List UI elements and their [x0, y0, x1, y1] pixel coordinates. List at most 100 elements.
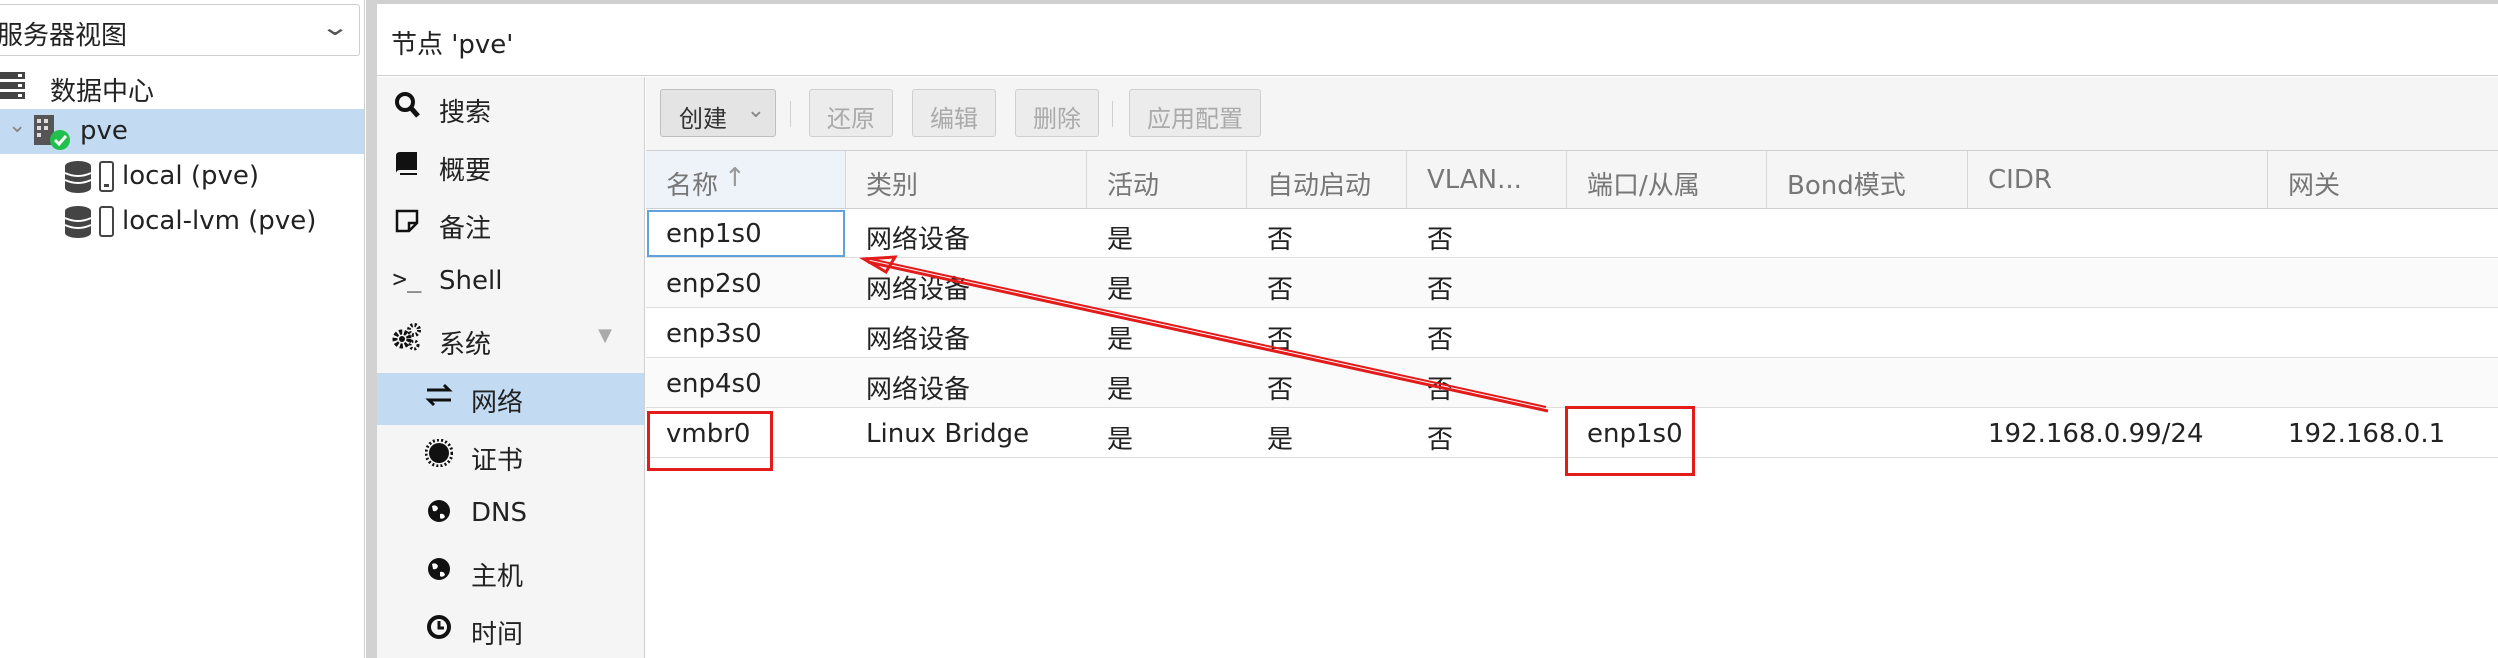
terminal-icon: >_: [392, 265, 422, 293]
cell-value: 否: [1427, 325, 1454, 355]
node-online-icon: [32, 113, 72, 158]
network-grid-panel: 创建 ⌄ 还原 编辑 删除 应用配置 名称 ↑ 类别 活动 自动启动 VLAN.…: [646, 77, 2498, 658]
focused-cell-outline: [647, 210, 845, 257]
cell-cidr: [1968, 259, 2268, 307]
cell-active: 是: [1087, 359, 1247, 407]
cell-cidr: [1968, 309, 2268, 357]
nav-item-shell[interactable]: >_ Shell: [377, 257, 644, 309]
storage-icon: [64, 205, 118, 246]
column-header-gateway[interactable]: 网关: [2268, 151, 2498, 208]
collapse-caret-icon[interactable]: ▼: [589, 325, 621, 346]
cell-value: Linux Bridge: [866, 419, 1030, 449]
column-header-bond-mode[interactable]: Bond模式: [1767, 151, 1968, 208]
cell-autostart: 否: [1247, 309, 1407, 357]
cell-type: 网络设备: [846, 259, 1087, 307]
table-row[interactable]: enp2s0 网络设备 是 否 否: [646, 259, 2498, 308]
nav-item-search[interactable]: 搜索: [377, 83, 644, 135]
tree-item-label: local (pve): [122, 161, 260, 191]
revert-button-label: 还原: [827, 105, 875, 133]
cell-value: 192.168.0.1: [2288, 419, 2446, 449]
cell-value: enp2s0: [666, 269, 762, 299]
apply-config-button[interactable]: 应用配置: [1129, 89, 1261, 137]
column-header-cidr[interactable]: CIDR: [1968, 151, 2268, 208]
tree-item-node-pve[interactable]: ⌄ pve: [0, 109, 364, 154]
grid-header: 名称 ↑ 类别 活动 自动启动 VLAN... 端口/从属 Bond模式 CID…: [646, 151, 2498, 209]
tree-item-storage-local-lvm[interactable]: local-lvm (pve): [0, 199, 364, 246]
view-selector[interactable]: 服务器视图 ⌄: [0, 4, 360, 56]
clock-icon: [423, 613, 455, 648]
cell-value: 是: [1267, 425, 1294, 455]
chevron-down-icon[interactable]: ⌄: [320, 13, 350, 41]
nav-item-label: DNS: [471, 498, 527, 528]
nav-item-label: 搜索: [439, 98, 492, 128]
panel-splitter[interactable]: [366, 0, 377, 658]
nav-item-label: 时间: [471, 620, 524, 650]
certificate-icon: [423, 438, 455, 474]
table-row[interactable]: enp4s0 网络设备 是 否 否: [646, 359, 2498, 408]
tree-item-storage-local[interactable]: local (pve): [0, 154, 364, 201]
tree-item-datacenter[interactable]: 数据中心: [0, 64, 364, 109]
column-header-active[interactable]: 活动: [1087, 151, 1247, 208]
column-header-label: 自动启动: [1267, 171, 1372, 201]
nav-item-hosts[interactable]: 主机: [377, 547, 644, 599]
table-row[interactable]: enp3s0 网络设备 是 否 否: [646, 309, 2498, 358]
cell-vlan: 否: [1407, 259, 1567, 307]
column-header-label: 名称: [666, 171, 719, 201]
nav-item-summary[interactable]: 概要: [377, 141, 644, 193]
cell-ports: [1567, 209, 1767, 257]
cell-ports: [1567, 359, 1767, 407]
column-header-vlan[interactable]: VLAN...: [1407, 151, 1567, 208]
server-stack-icon: [0, 70, 28, 109]
revert-button[interactable]: 还原: [809, 89, 893, 137]
storage-icon: [64, 160, 118, 201]
cell-value: 是: [1107, 375, 1134, 405]
cell-autostart: 否: [1247, 259, 1407, 307]
column-header-label: CIDR: [1988, 165, 2052, 195]
table-row[interactable]: enp1s0 网络设备 是 否 否: [646, 209, 2498, 258]
nav-item-time[interactable]: 时间: [377, 605, 644, 657]
expand-chevron-icon[interactable]: ⌄: [8, 113, 26, 138]
cell-value: 否: [1427, 275, 1454, 305]
node-nav-menu: 搜索 概要 备注 >_ Shell 系统 ▼ 网络 证书 DNS 主机 时间: [377, 77, 645, 658]
cell-active: 是: [1087, 209, 1247, 257]
nav-item-network[interactable]: 网络: [377, 373, 644, 425]
cell-value: 是: [1107, 425, 1134, 455]
nav-item-label: 系统: [439, 330, 492, 360]
tree-item-label: 数据中心: [50, 77, 155, 107]
resource-tree: 服务器视图 ⌄ 数据中心 ⌄ pve local (pve) local-lvm…: [0, 0, 365, 658]
column-header-autostart[interactable]: 自动启动: [1247, 151, 1407, 208]
cell-value: 网络设备: [866, 225, 971, 255]
cell-gateway: [2268, 209, 2498, 257]
page-header: 节点 'pve': [377, 0, 2498, 76]
nav-item-label: Shell: [439, 266, 503, 296]
cell-value: 否: [1267, 375, 1294, 405]
toolbar-separator: [790, 101, 791, 127]
toolbar-separator: [1112, 101, 1113, 127]
cell-value: 否: [1267, 325, 1294, 355]
cell-type: 网络设备: [846, 359, 1087, 407]
nav-item-system[interactable]: 系统 ▼: [377, 315, 644, 367]
cell-value: 是: [1107, 225, 1134, 255]
cell-autostart: 是: [1247, 409, 1407, 457]
column-header-label: 网关: [2288, 171, 2341, 201]
edit-button[interactable]: 编辑: [912, 89, 996, 137]
column-header-label: 类别: [866, 171, 919, 201]
view-selector-label: 服务器视图: [0, 21, 128, 51]
cell-autostart: 否: [1247, 209, 1407, 257]
column-header-type[interactable]: 类别: [846, 151, 1087, 208]
globe-icon: [423, 497, 455, 532]
column-header-name[interactable]: 名称 ↑: [646, 151, 846, 208]
column-header-ports[interactable]: 端口/从属: [1567, 151, 1767, 208]
column-header-label: Bond模式: [1787, 171, 1906, 201]
annotation-box-enp1s0-port: [1565, 406, 1695, 476]
delete-button[interactable]: 删除: [1015, 89, 1099, 137]
create-button[interactable]: 创建 ⌄: [660, 89, 776, 137]
nav-item-certificates[interactable]: 证书: [377, 431, 644, 483]
nav-item-notes[interactable]: 备注: [377, 199, 644, 251]
exchange-icon: [423, 381, 455, 416]
cell-type: 网络设备: [846, 309, 1087, 357]
nav-item-dns[interactable]: DNS: [377, 489, 644, 541]
create-button-label: 创建: [679, 105, 727, 133]
cell-cidr: [1968, 359, 2268, 407]
cell-value: 网络设备: [866, 325, 971, 355]
